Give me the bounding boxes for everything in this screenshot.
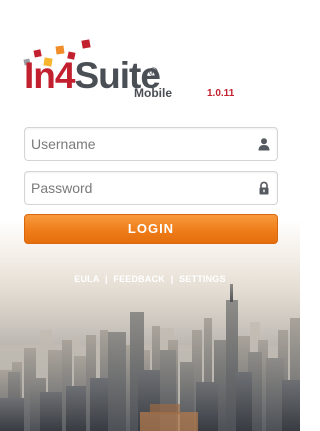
password-field[interactable] bbox=[24, 171, 278, 205]
login-screen: In4Suite ® Mobile 1.0.11 LOGIN EULA | FE… bbox=[0, 0, 300, 431]
logo-word-part1: In4 bbox=[24, 55, 75, 96]
in4suite-logo: In4Suite ® Mobile 1.0.11 bbox=[22, 38, 282, 108]
settings-link[interactable]: SETTINGS bbox=[179, 274, 226, 284]
username-input[interactable] bbox=[31, 128, 251, 160]
version-label: 1.0.11 bbox=[207, 88, 235, 99]
eula-link[interactable]: EULA bbox=[74, 274, 99, 284]
username-field[interactable] bbox=[24, 127, 278, 161]
login-button[interactable]: LOGIN bbox=[24, 214, 278, 244]
user-icon bbox=[258, 138, 270, 151]
feedback-link[interactable]: FEEDBACK bbox=[113, 274, 165, 284]
registered-mark: ® bbox=[149, 65, 158, 79]
link-separator: | bbox=[170, 274, 174, 284]
password-input[interactable] bbox=[31, 172, 251, 204]
edition-label: Mobile bbox=[134, 86, 172, 100]
link-separator: | bbox=[104, 274, 108, 284]
footer-links: EULA | FEEDBACK | SETTINGS bbox=[0, 274, 300, 284]
lock-icon bbox=[259, 181, 269, 195]
